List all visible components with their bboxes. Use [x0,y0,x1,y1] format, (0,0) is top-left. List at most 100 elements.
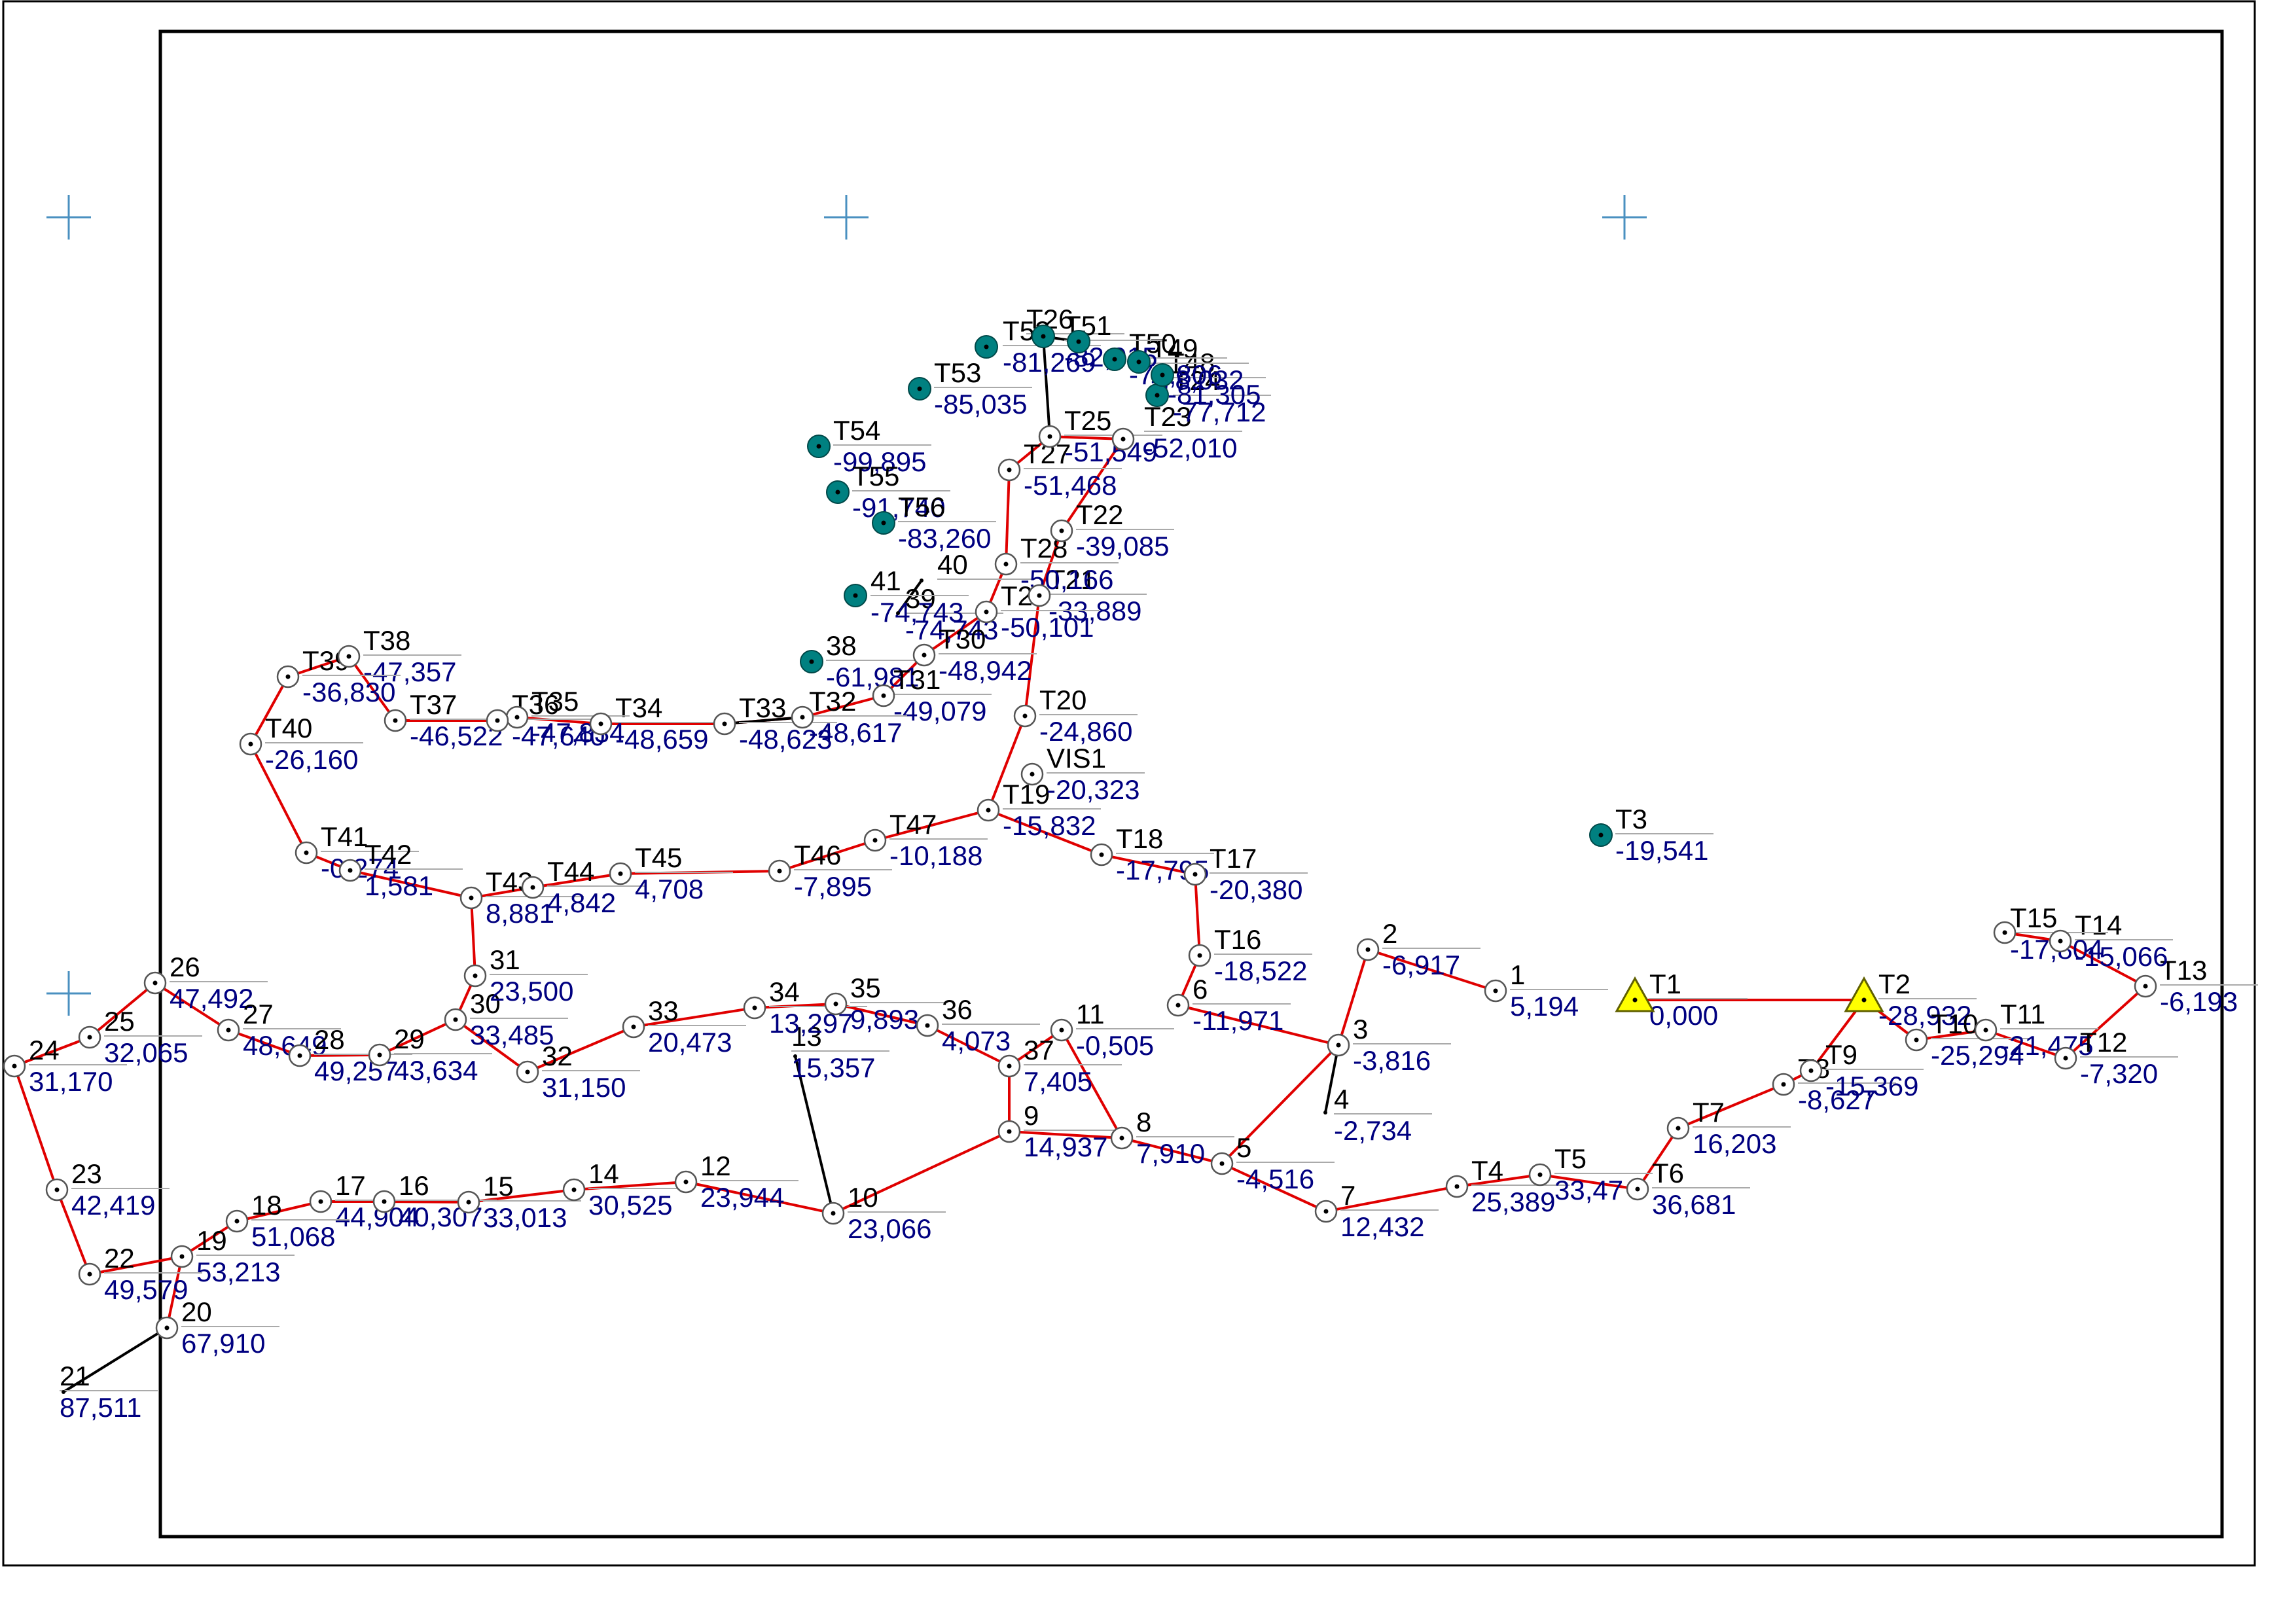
station-dot [393,718,398,723]
station-dot [683,1179,689,1185]
station-label-T56: T56-83,260 [898,491,996,554]
station-dot [2058,938,2063,944]
station-value: -15,369 [1825,1071,1918,1101]
station-label-20: 2067,910 [181,1296,279,1359]
station-name: 2 [1382,918,1397,949]
station-value: 67,910 [181,1328,265,1359]
station-name: 4 [1334,1084,1349,1115]
station-dot [1119,1135,1124,1141]
station-value: -0,505 [1076,1030,1154,1061]
station-dot [466,1200,471,1205]
station-label-10: 1023,066 [848,1182,946,1244]
station-dot [1112,357,1117,362]
station-dot [1037,593,1042,598]
station-name: 25 [104,1006,135,1037]
station-name: 31 [490,944,520,975]
station-name: 26 [170,952,200,982]
station-dot [285,674,291,679]
station-dot [1047,434,1052,439]
station-label-2: 2-6,917 [1382,918,1480,980]
station-name: 8 [1136,1107,1151,1137]
station-dot [618,871,623,876]
station-dot [318,1199,323,1204]
station-name: 10 [848,1182,878,1213]
station-label-33: 3320,473 [648,995,746,1058]
station-value: 51,068 [251,1221,335,1252]
station-dot [1635,1186,1640,1192]
station-name: 12 [700,1150,731,1181]
station-name: 14 [588,1158,619,1189]
station-dot [12,1063,17,1069]
station-dot [346,654,351,659]
station-value: 15,357 [791,1052,875,1083]
station-value: 23,066 [848,1213,931,1244]
station-name: 21 [60,1361,90,1391]
station-dot [304,850,309,855]
station-dot [1365,947,1371,952]
station-name: T2 [1878,969,1910,999]
station-name: T46 [794,840,841,870]
station-label-T13: T13-6,193 [2160,955,2258,1017]
station-dot [179,1254,185,1259]
station-value: -74,743 [870,597,963,628]
station-label-T17: T17-20,380 [1210,843,1308,905]
station-name: 27 [243,999,274,1029]
station-name: T45 [635,842,682,873]
station-dot [525,1069,530,1075]
point-dot [793,1054,797,1058]
station-value: 20,473 [648,1027,732,1058]
station-value: 4,842 [547,887,616,918]
station-label-12: 1223,944 [700,1150,798,1213]
station-dot [1041,334,1046,339]
station-value: 16,203 [1693,1128,1776,1159]
station-value: -51,468 [1024,470,1117,501]
station-dot [1193,872,1198,877]
station-dot [1003,562,1009,567]
station-dot [1136,359,1141,365]
station-dot [800,715,805,720]
station-name: 37 [1024,1035,1054,1065]
station-name: 11 [1076,999,1105,1029]
station-name: T16 [1214,924,1261,955]
station-value: 31,170 [29,1066,113,1097]
station-name: 32 [542,1041,573,1071]
station-dot [2063,1056,2068,1061]
station-dot [922,652,927,658]
station-dot [984,609,989,615]
station-value: 7,910 [1136,1138,1205,1169]
station-label-25: 2532,065 [104,1006,202,1068]
station-value: 8,881 [486,898,554,929]
station-name: T6 [1652,1158,1684,1188]
station-label-5: 5-4,516 [1236,1132,1335,1194]
station-name: T4 [1471,1155,1503,1186]
station-dot [1099,852,1104,857]
station-dot [917,386,922,391]
station-dot [571,1187,577,1192]
station-dot [226,1027,231,1033]
station-name: 18 [251,1190,282,1221]
station-dot [473,973,478,978]
station-dot [1160,372,1165,378]
station-name: 19 [196,1225,227,1256]
station-dot [54,1187,60,1192]
station-label-T6: T636,681 [1652,1158,1750,1220]
station-name: T41 [321,821,368,852]
station-dot [925,1023,930,1028]
station-value: 14,937 [1024,1132,1107,1162]
station-name: T25 [1064,405,1111,436]
station-value: -51,549 [1064,437,1157,467]
station-value: 9,893 [850,1004,919,1035]
station-dot [453,1017,458,1022]
station-dot [872,838,878,843]
station-value: -36,830 [302,677,395,707]
station-value: 49,579 [104,1274,188,1305]
station-value: -19,541 [1615,835,1708,866]
station-value: 42,419 [71,1190,155,1221]
station-name: T56 [898,491,945,522]
station-dot [87,1272,92,1277]
station-name: 29 [394,1024,425,1054]
station-name: 16 [399,1170,429,1201]
station-value: 31,150 [542,1072,626,1103]
station-dot [1781,1082,1786,1087]
station-name: T9 [1825,1039,1857,1070]
